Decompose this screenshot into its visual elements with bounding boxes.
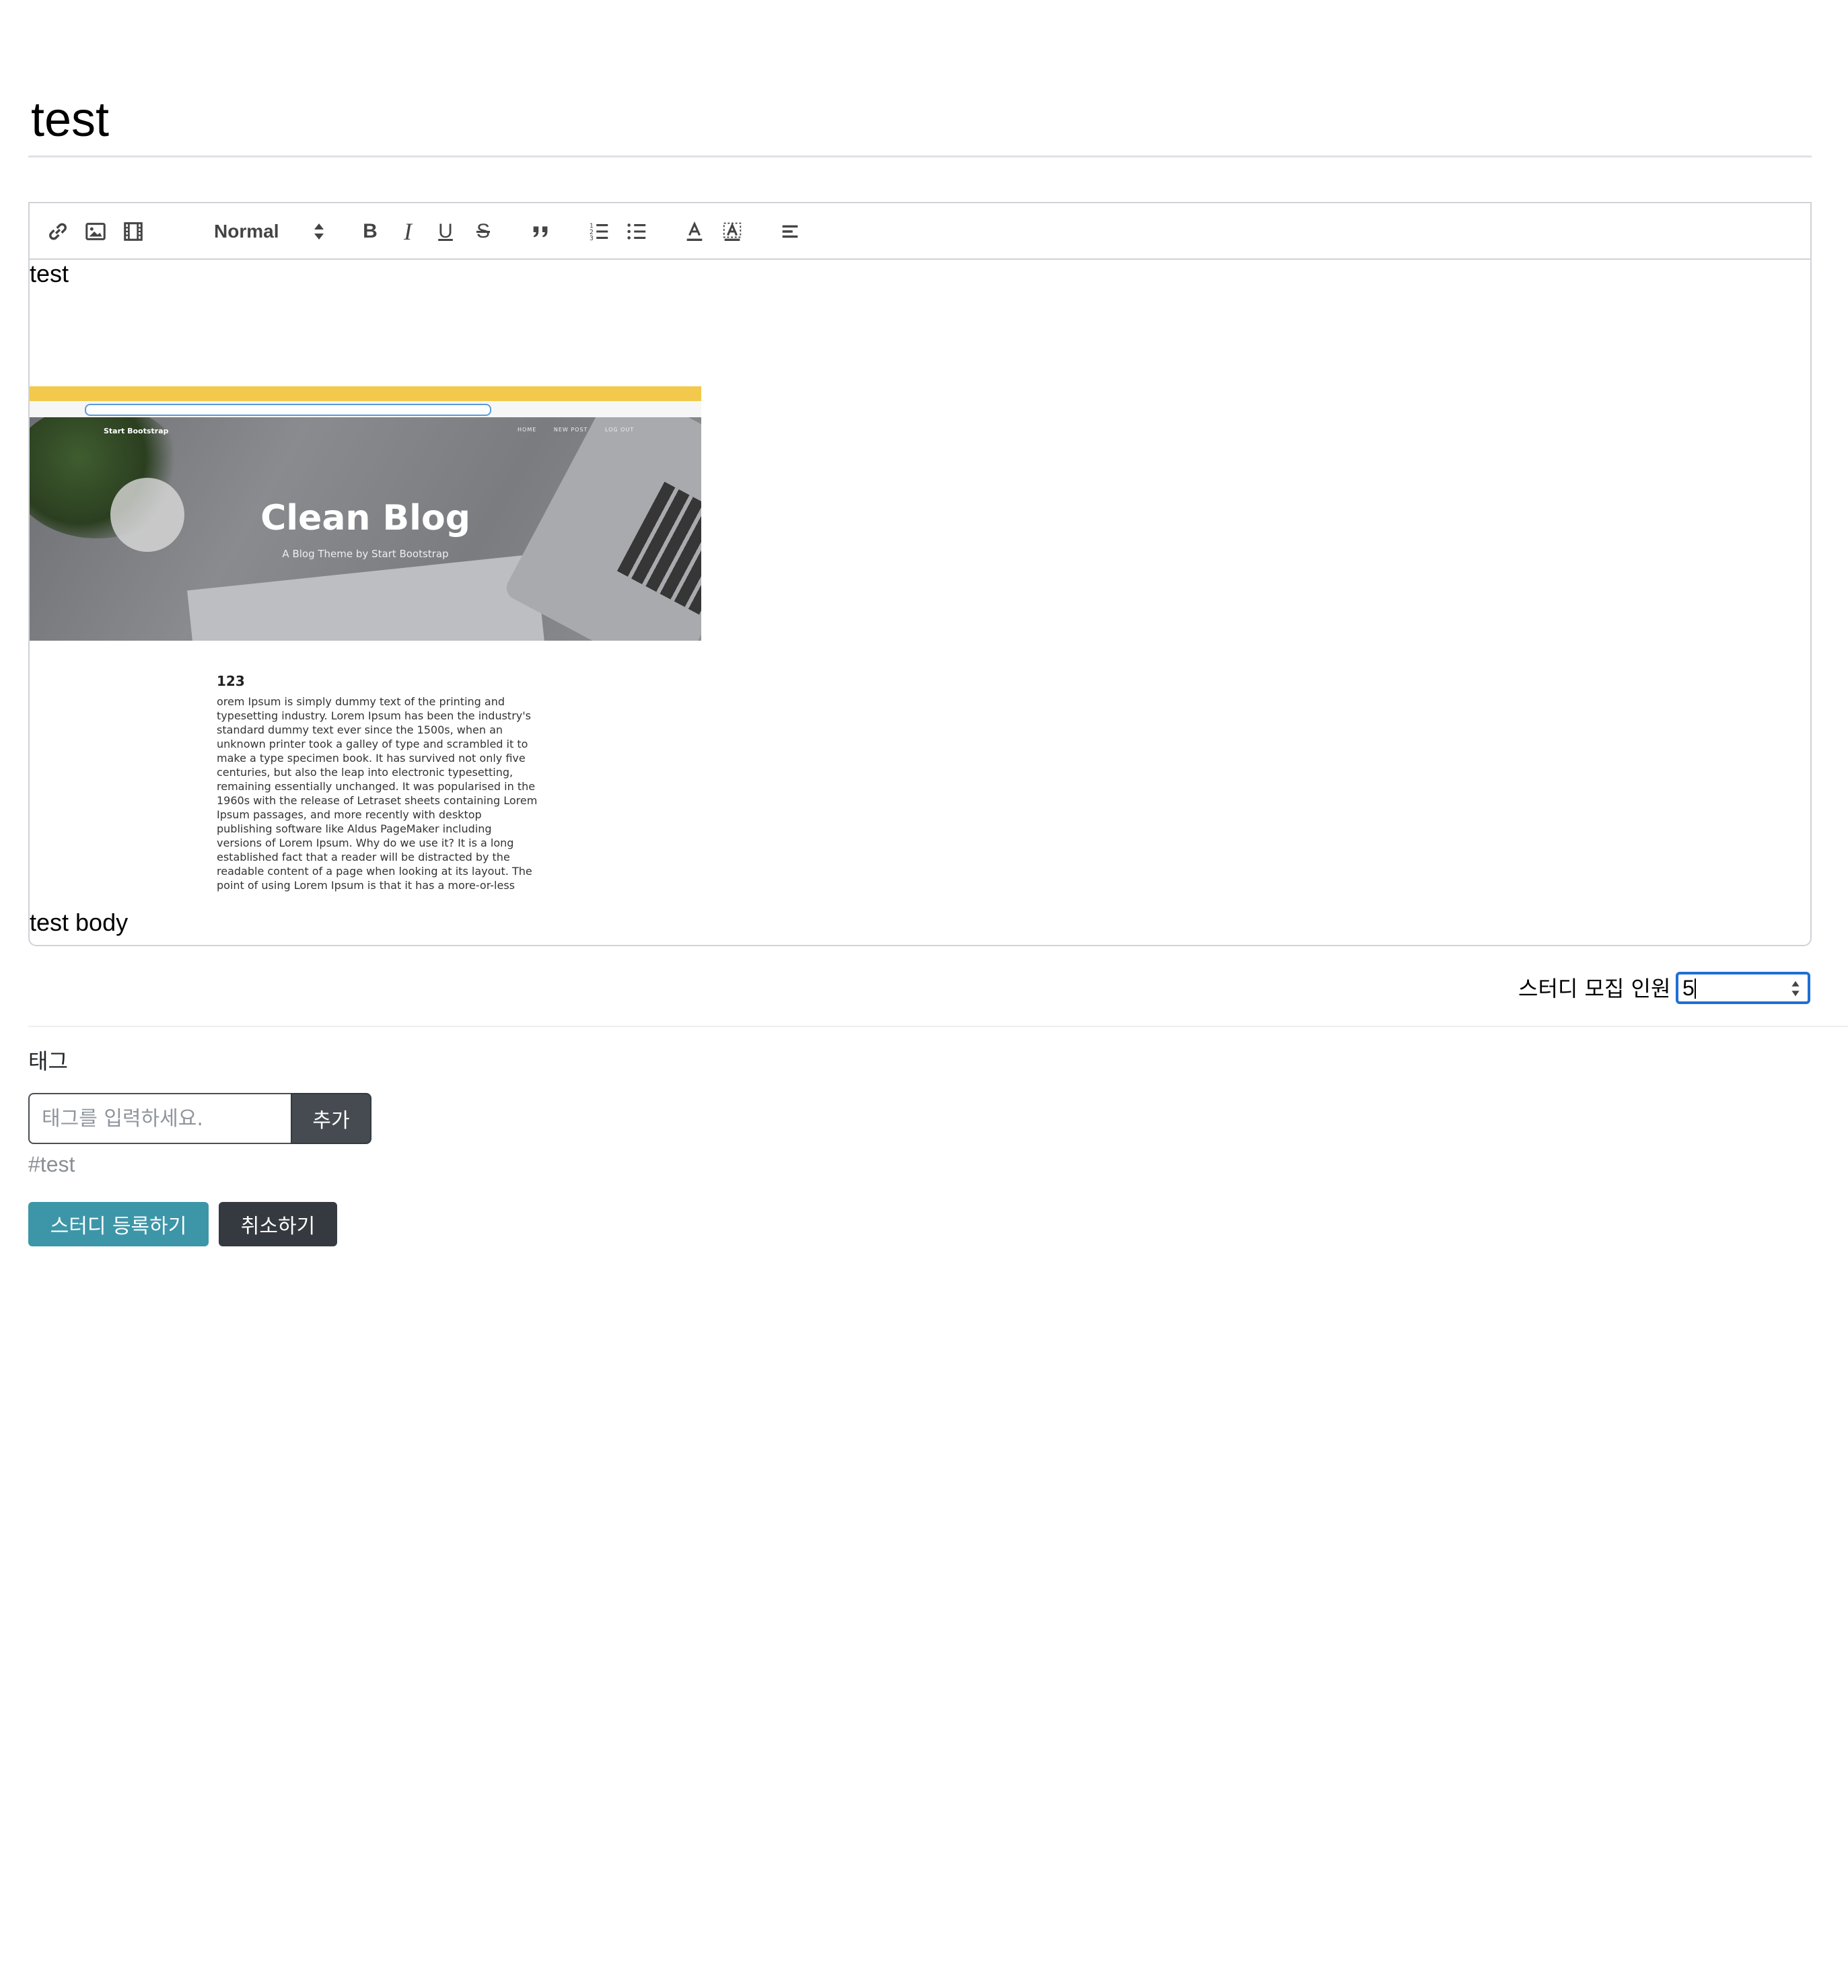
embedded-screenshot-image: Start Bootstrap HOME NEW POST LOG OUT Cl… <box>30 386 701 918</box>
align-icon[interactable] <box>771 213 809 250</box>
cancel-button[interactable]: 취소하기 <box>219 1202 337 1246</box>
blog-hero-title: Clean Blog <box>260 498 470 538</box>
editor-content[interactable]: test Start Bootstrap HOME NEW POST LOG O… <box>30 260 1810 945</box>
image-icon[interactable] <box>77 213 114 250</box>
blog-brand: Start Bootstrap <box>104 427 169 435</box>
svg-text:3: 3 <box>590 235 594 242</box>
underline-button[interactable]: U <box>427 213 464 250</box>
recruit-count-label: 스터디 모집 인원 <box>1518 976 1671 1001</box>
blog-post-heading: 123 <box>217 673 245 689</box>
strike-button[interactable]: S <box>464 213 502 250</box>
submit-study-button[interactable]: 스터디 등록하기 <box>28 1202 209 1246</box>
italic-button[interactable]: I <box>389 213 427 250</box>
video-icon[interactable] <box>114 213 152 250</box>
browser-tab-strip <box>30 386 701 401</box>
title-input[interactable] <box>28 83 1812 157</box>
header-format-select[interactable]: Normal <box>184 213 332 250</box>
blog-nav-item: HOME <box>518 427 537 433</box>
blog-nav-item: LOG OUT <box>604 427 635 433</box>
browser-address-bar <box>30 401 701 418</box>
bullet-list-icon[interactable] <box>618 213 655 250</box>
blockquote-icon[interactable] <box>522 213 560 250</box>
link-icon[interactable] <box>39 213 77 250</box>
recruit-count-value: 5 <box>1682 976 1695 1000</box>
select-arrows-icon <box>314 223 324 240</box>
editor-paragraph: test <box>30 260 69 287</box>
tag-item[interactable]: #test <box>28 1152 75 1177</box>
blog-nav: HOME NEW POST LOG OUT <box>518 427 649 433</box>
recruit-count-input[interactable]: 5 <box>1676 972 1810 1004</box>
address-field <box>85 404 491 416</box>
notebook-graphic <box>187 554 545 641</box>
bold-button[interactable]: B <box>351 213 389 250</box>
study-create-form: Normal B I U S 123 <box>0 0 1848 1988</box>
header-format-value: Normal <box>214 221 279 242</box>
ordered-list-icon[interactable]: 123 <box>580 213 618 250</box>
tag-section-label: 태그 <box>28 1049 68 1074</box>
blog-post-body: orem Ipsum is simply dummy text of the p… <box>217 695 538 892</box>
background-color-icon[interactable] <box>713 213 751 250</box>
editor-paragraph: test body <box>30 909 129 936</box>
tag-input[interactable] <box>28 1093 291 1144</box>
text-caret <box>1695 979 1696 999</box>
editor-toolbar: Normal B I U S 123 <box>30 203 1810 260</box>
blog-hero-subtitle: A Blog Theme by Start Bootstrap <box>282 548 449 560</box>
section-divider <box>28 1026 1848 1027</box>
text-color-icon[interactable] <box>676 213 713 250</box>
number-spinner-icon[interactable] <box>1790 979 1801 999</box>
rich-text-editor: Normal B I U S 123 test Start Bootstrap … <box>28 202 1812 946</box>
blog-hero: Start Bootstrap HOME NEW POST LOG OUT Cl… <box>30 417 701 641</box>
blog-nav-item: NEW POST <box>553 427 588 433</box>
add-tag-button[interactable]: 추가 <box>291 1093 371 1144</box>
